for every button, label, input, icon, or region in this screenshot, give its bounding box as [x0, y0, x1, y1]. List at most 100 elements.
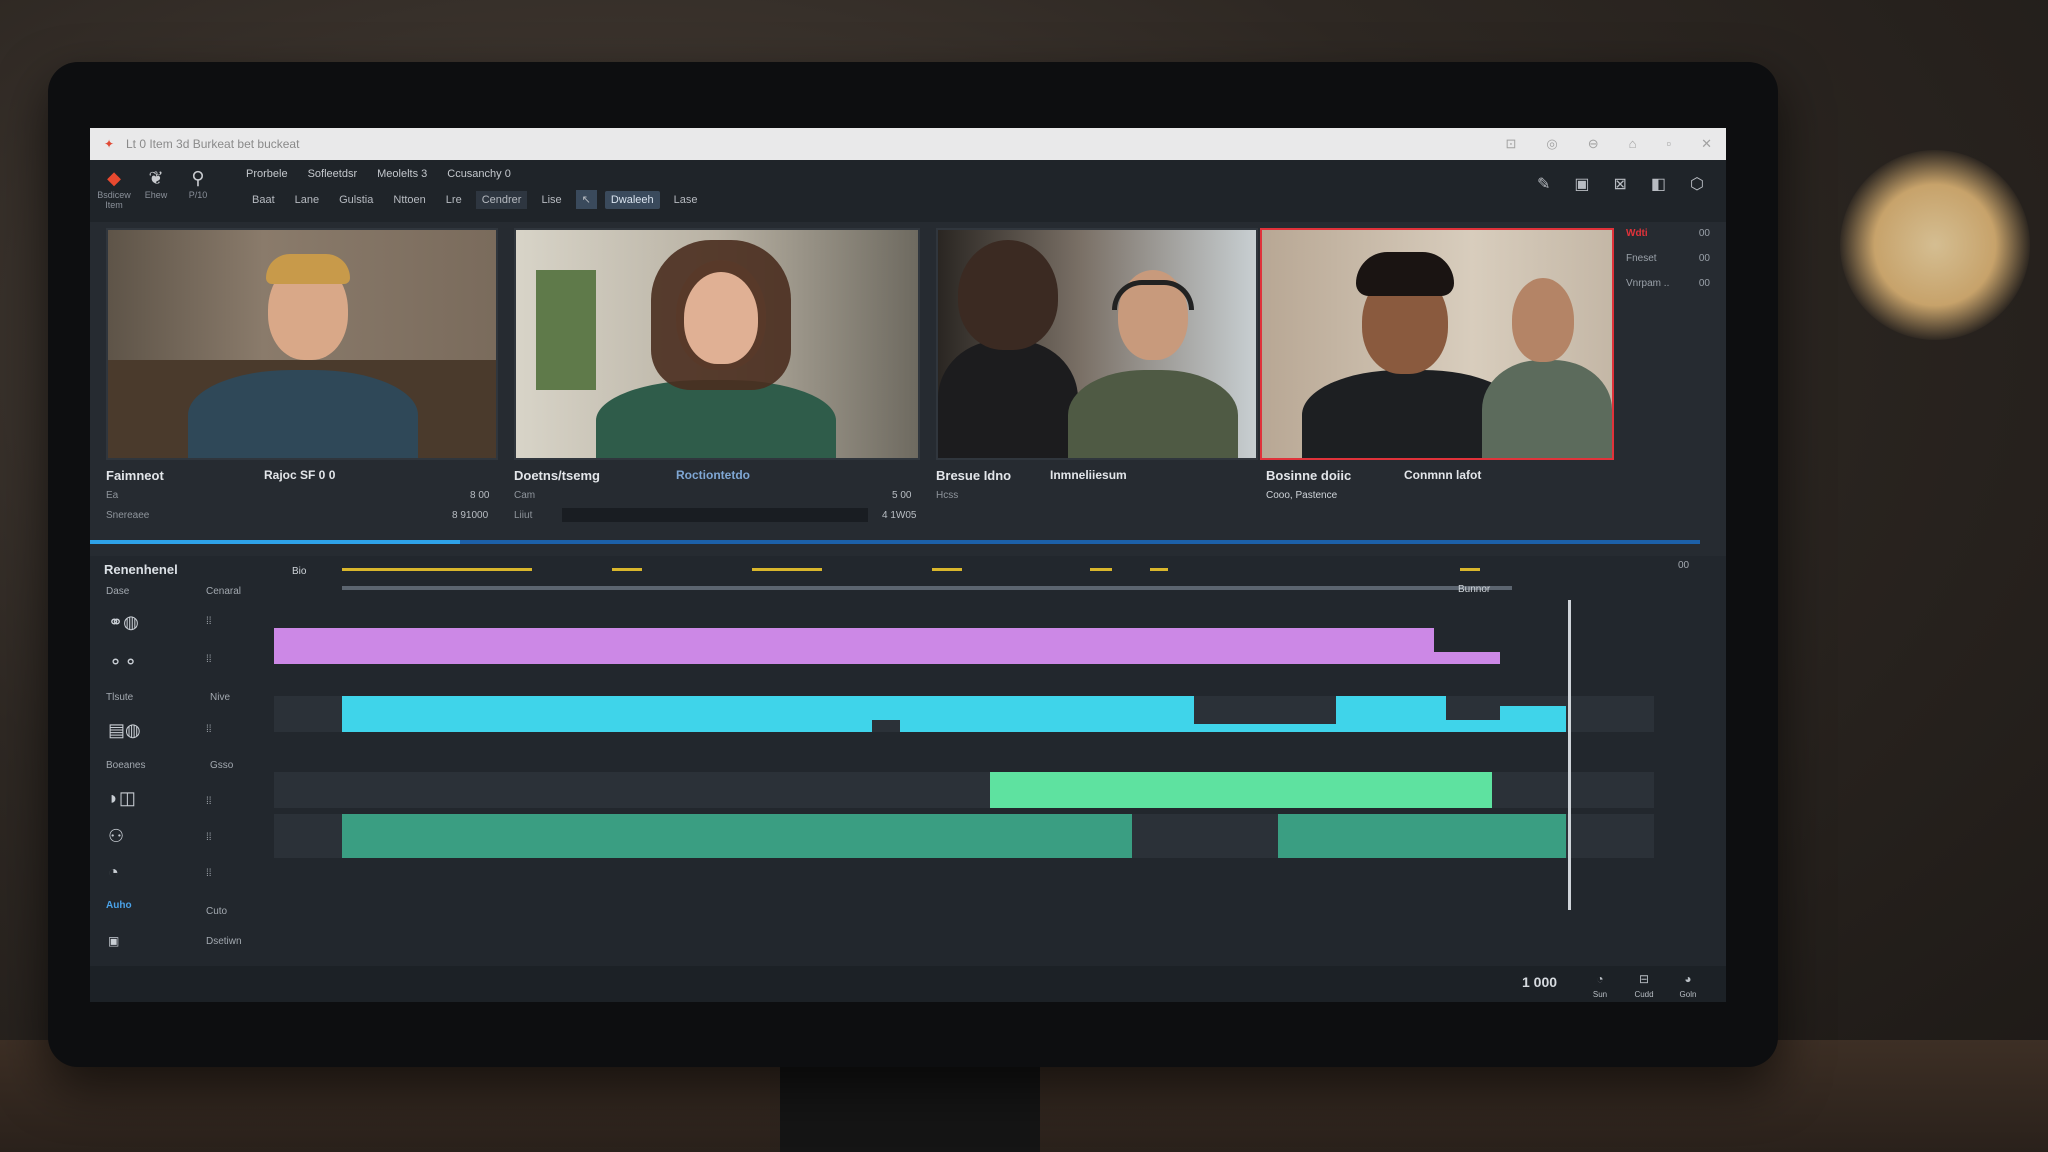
track-group-label: Dase: [106, 586, 130, 597]
close-icon[interactable]: ✕: [1701, 136, 1712, 152]
subtool-button[interactable]: Gulstia: [333, 191, 379, 209]
timeline-header: Renenhenel: [104, 562, 178, 577]
property-row[interactable]: Fneset 00: [1620, 253, 1716, 264]
clip-title: Bresue Idno: [936, 468, 1012, 483]
tool-label: Ehew: [144, 190, 168, 200]
pin-tool-button[interactable]: ⚲ P/10: [176, 168, 220, 200]
multitrack-icon[interactable]: ▤◍: [108, 720, 141, 741]
marker: [752, 568, 822, 571]
cudd-control-button[interactable]: ⊟ Cudd: [1624, 972, 1664, 1000]
add-track-icon[interactable]: ▣: [108, 934, 119, 948]
clip-meta: Ea: [106, 490, 119, 501]
menu-item[interactable]: Sofleetdsr: [308, 168, 358, 180]
share-icon[interactable]: ⊡: [1505, 136, 1516, 152]
subtool-button-selected[interactable]: Dwaleeh: [604, 190, 660, 209]
timeline-footer: 1 000 ◔ Sun ⊟ Cudd ◕ Goln: [90, 966, 1726, 1002]
subtool-button[interactable]: Nttoen: [387, 191, 431, 209]
audio-track-icon[interactable]: ◗◫: [108, 788, 136, 809]
subtool-button[interactable]: Baat: [246, 191, 281, 209]
clip-bar-green-dark[interactable]: [1278, 814, 1566, 858]
clip-bar-cyan[interactable]: [1336, 696, 1446, 732]
playback-progress-bar[interactable]: [90, 540, 1700, 544]
clip-bar-cyan[interactable]: [1446, 720, 1500, 732]
clip-bar-purple-tail[interactable]: [1434, 652, 1500, 664]
lock-icon[interactable]: ⊠: [1614, 174, 1627, 194]
playhead[interactable]: [1568, 600, 1571, 910]
clip-bar-cyan[interactable]: [1194, 724, 1336, 732]
bird-tool-button[interactable]: ❦ Ehew: [134, 168, 178, 200]
clip-meta: Hcss: [936, 490, 959, 501]
clip-bar-green-dark[interactable]: [342, 814, 1132, 858]
minimize-icon[interactable]: ▫: [1666, 136, 1671, 152]
clip-value: 8 91000: [452, 510, 489, 521]
clip-bar-purple[interactable]: [274, 628, 1434, 664]
menu-item[interactable]: Meolelts 3: [377, 168, 427, 180]
bookmark-icon[interactable]: ⌂: [1629, 136, 1637, 152]
track-group-label: Auho: [106, 900, 132, 911]
track-lane: [274, 772, 1654, 808]
app-logo-button[interactable]: ◆ Bsdicew Item: [92, 168, 136, 210]
camera-icon[interactable]: ◎: [1546, 136, 1557, 152]
mic-icon[interactable]: ◔: [108, 862, 119, 883]
clip-bar-cyan[interactable]: [342, 696, 872, 732]
menu-item[interactable]: Ccusanchy 0: [447, 168, 511, 180]
clip-value: 4 1W05: [882, 510, 917, 521]
subtool-button[interactable]: Lre: [440, 191, 468, 209]
ruler-markers: [342, 568, 1512, 576]
track-control-icon[interactable]: ⁞⁞: [206, 654, 212, 665]
track-control-icon[interactable]: ⁞⁞: [206, 868, 212, 879]
brush-icon[interactable]: ✎: [1537, 174, 1550, 194]
property-row[interactable]: Wdti 00: [1620, 228, 1716, 239]
subtool-button[interactable]: Cendrer: [475, 190, 528, 209]
main-toolbar: ◆ Bsdicew Item ❦ Ehew ⚲ P/10 Prorbele So…: [90, 160, 1726, 222]
video-clip-3[interactable]: [936, 228, 1258, 460]
window-title: Lt 0 Item 3d Burkeat bet buckeat: [126, 137, 300, 151]
cursor-icon[interactable]: ↖: [575, 190, 597, 209]
video-clip-2[interactable]: [514, 228, 920, 460]
clip-title: Bosinne doiic: [1266, 468, 1352, 483]
clip-subtitle: Rajoc SF 0 0: [264, 468, 336, 482]
property-row[interactable]: Vnrpam .. 00: [1620, 278, 1716, 289]
track-column-label: Nive: [210, 692, 231, 703]
marker: [342, 568, 532, 571]
timeline-ruler[interactable]: [342, 586, 1512, 590]
property-label: Wdti: [1626, 228, 1648, 239]
subtool-button[interactable]: Lase: [668, 191, 704, 209]
clip-thumbnail: [938, 230, 1256, 458]
users-icon[interactable]: ⚇: [108, 826, 124, 847]
subtool-button[interactable]: Lise: [535, 191, 567, 209]
timecode-display: 1 000: [1522, 974, 1558, 990]
timeline-panel: Renenhenel Bio 00 Dase ⚭◍ ⚬⚬ Tlsute ▤◍ B…: [90, 556, 1726, 1002]
settings-icon[interactable]: ⬡: [1690, 174, 1704, 194]
clip-value: 8 00: [470, 490, 490, 501]
video-clip-4-active[interactable]: [1260, 228, 1614, 460]
group-icon[interactable]: ⚬⚬: [108, 652, 138, 673]
clip-bar-cyan[interactable]: [1500, 706, 1566, 732]
monitor-icon[interactable]: ▣: [1574, 174, 1589, 194]
track-column-label: Cuto: [206, 906, 228, 917]
goln-control-button[interactable]: ◕ Goln: [1668, 972, 1708, 1000]
link-icon[interactable]: ⊖: [1588, 136, 1599, 152]
track-control-icon[interactable]: ⁞⁞: [206, 832, 212, 843]
clip-thumbnail: [516, 230, 918, 458]
track-control-icon[interactable]: ⁞⁞: [206, 796, 212, 807]
track-lane: [274, 628, 1654, 664]
book-icon[interactable]: ◧: [1651, 174, 1666, 194]
clip-bar-cyan[interactable]: [900, 696, 1194, 732]
track-control-icon[interactable]: ⁞⁞: [206, 616, 212, 627]
control-label: Goln: [1679, 990, 1697, 999]
subtool-button[interactable]: Lane: [289, 191, 325, 209]
window-titlebar: ✦ Lt 0 Item 3d Burkeat bet buckeat ⊡ ◎ ⊖…: [90, 128, 1726, 160]
clip-bar-green-light[interactable]: [990, 772, 1492, 808]
clip-bar-cyan[interactable]: [872, 696, 900, 720]
clip-title: Doetns/tsemg: [514, 468, 600, 483]
track-control-icon[interactable]: ⁞⁞: [206, 724, 212, 735]
marker: [612, 568, 642, 571]
video-clip-1[interactable]: [106, 228, 498, 460]
marker: [1090, 568, 1112, 571]
menu-item[interactable]: Prorbele: [246, 168, 288, 180]
sun-control-button[interactable]: ◔ Sun: [1580, 972, 1620, 1000]
clip-scrub-bar[interactable]: [562, 508, 868, 522]
marker: [1460, 568, 1480, 571]
link-tracks-icon[interactable]: ⚭◍: [108, 612, 139, 633]
